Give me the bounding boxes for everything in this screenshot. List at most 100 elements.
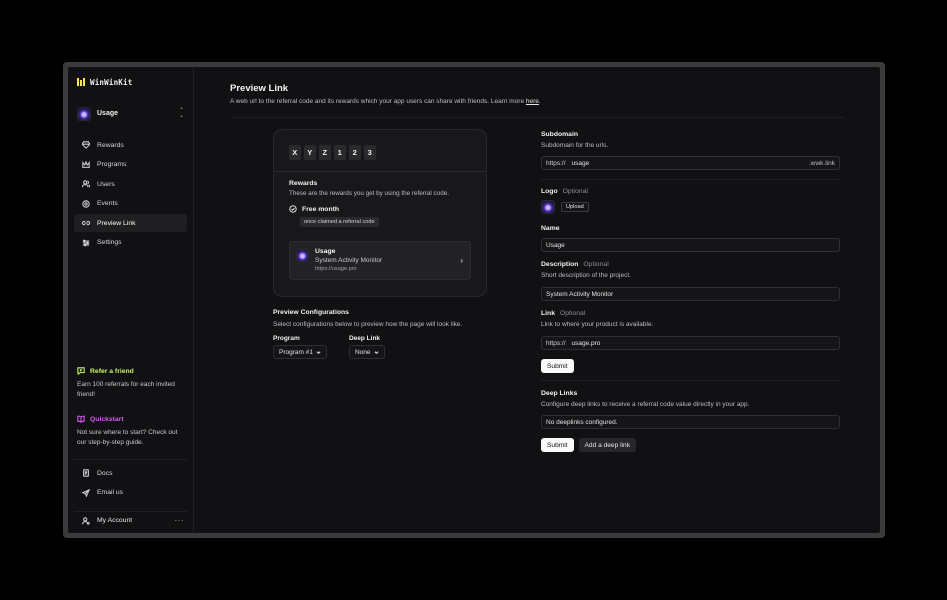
deeplinks-empty: No deeplinks configured.: [546, 418, 618, 426]
sidebar: WinWinKit Usage ⌃ ⌄ Rewards Programs Use…: [68, 67, 194, 533]
code-char: 2: [349, 145, 361, 160]
product-link-box[interactable]: Usage System Activity Monitor https://us…: [289, 241, 471, 280]
header-divider: [230, 117, 844, 118]
submit-button[interactable]: Submit: [541, 359, 574, 373]
sidebar-item-preview-link[interactable]: Preview Link: [74, 214, 187, 232]
quickstart-text: Not sure where to start? Check out our s…: [77, 429, 178, 446]
sidebar-nav: Rewards Programs Users Events Preview Li…: [74, 136, 187, 252]
quickstart-title: Quickstart: [90, 415, 124, 423]
main-content: Preview Link A web url to the referral c…: [194, 67, 880, 533]
sidebar-item-label: Events: [97, 200, 118, 207]
page-title: Preview Link: [230, 83, 289, 94]
brand-name: WinWinKit: [90, 77, 133, 87]
sidebar-item-label: Users: [97, 180, 115, 188]
deeplink-select[interactable]: None: [348, 345, 385, 359]
project-name: Usage: [97, 110, 119, 117]
sidebar-item-label: Rewards: [97, 141, 124, 149]
name-input[interactable]: Usage: [541, 238, 840, 252]
page-description: A web url to the referral code and its r…: [230, 98, 541, 105]
code-char: 3: [364, 145, 376, 160]
sidebar-item-docs[interactable]: Docs: [74, 464, 187, 482]
sidebar-item-label: Docs: [97, 469, 113, 477]
sidebar-item-label: Email us: [97, 489, 124, 496]
card-divider: [274, 171, 486, 172]
chevron-down-icon: [373, 350, 379, 354]
rewards-title: Rewards: [289, 180, 318, 187]
refer-friend-card[interactable]: Refer a friend Earn 100 referrals for ea…: [77, 367, 182, 399]
sidebar-item-events[interactable]: Events: [74, 195, 187, 213]
product-url: https://usage.pro: [315, 266, 357, 272]
sliders-icon: [82, 239, 90, 247]
config-description: Select configurations below to preview h…: [273, 321, 463, 328]
divider: [541, 179, 840, 180]
description-value: System Activity Monitor: [546, 290, 614, 298]
quickstart-card[interactable]: Quickstart Not sure where to start? Chec…: [77, 415, 182, 447]
deeplinks-submit-button[interactable]: Submit: [541, 438, 574, 452]
deeplinks-label: Deep Links: [541, 390, 578, 397]
chevron-up-down-icon: ⌃ ⌄: [178, 107, 184, 119]
project-switcher[interactable]: Usage ⌃ ⌄: [74, 105, 187, 122]
description-help: Short description of the project.: [541, 272, 631, 279]
rewards-description: These are the rewards you get by using t…: [289, 190, 449, 197]
description-input[interactable]: System Activity Monitor: [541, 287, 840, 301]
deeplink-select-value: None: [354, 348, 371, 356]
deeplinks-description: Configure deep links to receive a referr…: [541, 401, 750, 408]
upload-button[interactable]: Upload: [561, 202, 589, 212]
link-description: Link to where your product is available.: [541, 321, 654, 328]
chevron-down-icon: [316, 350, 321, 354]
sidebar-item-email[interactable]: Email us: [74, 484, 187, 502]
chevron-right-icon: ›: [460, 256, 463, 265]
link-value: usage.pro: [571, 339, 601, 347]
subdomain-input[interactable]: https:// usage .wwk.link: [541, 156, 840, 170]
sidebar-item-settings[interactable]: Settings: [74, 234, 187, 252]
reward-name: Free month: [302, 205, 340, 213]
program-label: Program: [273, 335, 300, 342]
learn-more-link[interactable]: here: [526, 98, 539, 105]
code-char: Y: [304, 145, 316, 160]
sidebar-item-rewards[interactable]: Rewards: [74, 136, 187, 154]
link-input[interactable]: https:// usage.pro: [541, 336, 840, 350]
deeplink-label: Deep Link: [348, 335, 381, 342]
sidebar-item-label: Programs: [97, 161, 127, 168]
logo-label: Logo Optional: [541, 188, 588, 195]
document-icon: [82, 469, 90, 477]
account-menu[interactable]: My Account ···: [74, 511, 187, 529]
preview-card: X Y Z 1 2 3 Rewards These are the reward…: [273, 129, 487, 297]
send-icon: [82, 488, 90, 497]
sidebar-item-programs[interactable]: Programs: [74, 156, 187, 174]
program-select-value: Program #1: [279, 348, 313, 356]
crown-icon: [82, 160, 90, 169]
user-settings-icon: [82, 516, 90, 525]
project-avatar: [77, 106, 91, 121]
link-icon: [82, 219, 90, 227]
name-value: Usage: [546, 241, 565, 249]
subdomain-suffix: .wwk.link: [808, 159, 835, 167]
app-window: WinWinKit Usage ⌃ ⌄ Rewards Programs Use…: [68, 67, 880, 533]
link-prefix: https://: [546, 339, 566, 347]
subdomain-description: Subdomain for the urls.: [541, 142, 609, 149]
refer-friend-text: Earn 100 referrals for each invited frie…: [77, 381, 175, 398]
window-frame: WinWinKit Usage ⌃ ⌄ Rewards Programs Use…: [63, 62, 885, 538]
subdomain-value: usage: [571, 159, 590, 167]
more-icon[interactable]: ···: [175, 516, 185, 525]
users-icon: [82, 180, 90, 188]
add-deep-link-button[interactable]: Add a deep link: [578, 438, 636, 452]
subdomain-prefix: https://: [546, 159, 566, 167]
brand[interactable]: WinWinKit: [74, 77, 187, 87]
subdomain-label: Subdomain: [541, 131, 579, 138]
account-label: My Account: [97, 517, 133, 524]
program-select[interactable]: Program #1: [273, 345, 327, 359]
sidebar-item-users[interactable]: Users: [74, 175, 187, 193]
sidebar-item-label: Settings: [97, 239, 122, 246]
target-icon: [82, 199, 90, 208]
code-char: X: [289, 145, 301, 160]
code-char: 1: [334, 145, 346, 160]
book-icon: [77, 415, 85, 423]
description-label: Description Optional: [541, 261, 609, 268]
product-avatar: [296, 249, 309, 262]
product-description: System Activity Monitor: [315, 257, 383, 264]
name-label: Name: [541, 225, 560, 232]
link-label: Link Optional: [541, 310, 586, 317]
config-title: Preview Configurations: [273, 309, 349, 316]
referral-code: X Y Z 1 2 3: [289, 145, 471, 160]
